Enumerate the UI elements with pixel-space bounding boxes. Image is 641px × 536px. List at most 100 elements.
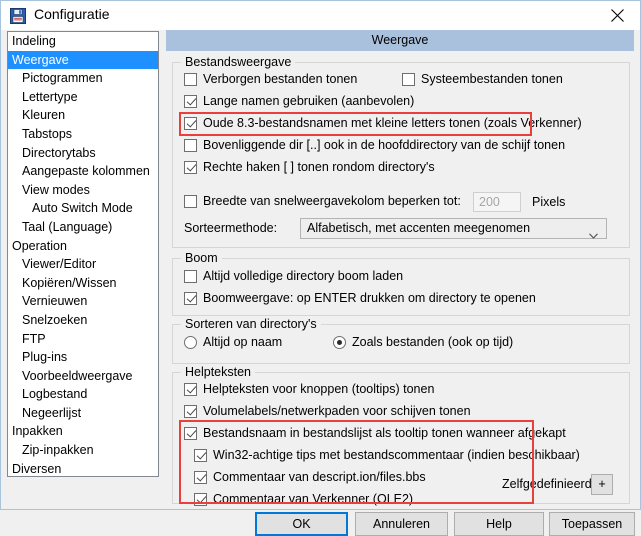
checkbox-tree-enter-opens-dir[interactable]: Boomweergave: op ENTER drukken om direct… [184, 291, 536, 305]
sidebar-item-vernieuwen[interactable]: Vernieuwen [8, 292, 158, 311]
quickview-width-input[interactable]: 200 [473, 192, 521, 212]
window-title: Configuratie [34, 6, 110, 22]
sidebar-item-ftp[interactable]: FTP [8, 330, 158, 349]
sidebar-item-kopi-ren-wissen[interactable]: Kopiëren/Wissen [8, 274, 158, 293]
group-file-view-title: Bestandsweergave [181, 55, 296, 69]
radio-circle [333, 335, 346, 349]
radio-label: Zoals bestanden (ook op tijd) [352, 335, 514, 349]
sidebar-item-plug-ins[interactable]: Plug-ins [8, 348, 158, 367]
checkbox-brackets-around-dirs[interactable]: Rechte haken [ ] tonen rondom directory'… [184, 160, 435, 174]
checkbox-box [184, 116, 197, 130]
checkbox-box [184, 404, 197, 418]
checkbox-box [194, 470, 207, 484]
sidebar-item-logbestand[interactable]: Logbestand [8, 385, 158, 404]
sidebar-item-zip-inpakken[interactable]: Zip-inpakken [8, 441, 158, 460]
checkbox-label: Bestandsnaam in bestandslijst als toolti… [203, 426, 566, 440]
sidebar-item-snelzoeken[interactable]: Snelzoeken [8, 311, 158, 330]
sidebar-item-view-modes[interactable]: View modes [8, 181, 158, 200]
sort-method-value: Alfabetisch, met accenten meegenomen [307, 221, 531, 235]
settings-panel: Weergave Bestandsweergave Verborgen best… [166, 30, 634, 506]
checkbox-always-load-full-tree[interactable]: Altijd volledige directory boom laden [184, 269, 403, 283]
sidebar-item-tabstops[interactable]: Tabstops [8, 125, 158, 144]
sort-method-label: Sorteermethode: [184, 221, 278, 235]
sidebar-item-negeerlijst[interactable]: Negeerlijst [8, 404, 158, 423]
checkbox-label: Rechte haken [ ] tonen rondom directory'… [203, 160, 435, 174]
checkbox-label: Bovenliggende dir [..] ook in de hoofddi… [203, 138, 566, 152]
chevron-down-icon [589, 226, 598, 239]
sidebar-item-inpakken[interactable]: Inpakken [8, 422, 158, 441]
checkbox-label: Breedte van snelweergavekolom beperken t… [203, 194, 461, 208]
cancel-button[interactable]: Annuleren [355, 512, 448, 536]
checkbox-box [184, 269, 197, 283]
radio-sort-always-by-name[interactable]: Altijd op naam [184, 335, 282, 349]
radio-circle [184, 335, 197, 349]
ok-button[interactable]: OK [255, 512, 348, 536]
group-tree-title: Boom [181, 251, 222, 265]
checkbox-volume-labels[interactable]: Volumelabels/netwerkpaden voor schijven … [184, 404, 471, 418]
radio-label: Altijd op naam [203, 335, 283, 349]
sidebar-item-operation[interactable]: Operation [8, 237, 158, 256]
checkbox-label: Verborgen bestanden tonen [203, 72, 358, 86]
checkbox-box [184, 382, 197, 396]
title-bar: Configuratie [1, 1, 640, 30]
sidebar-item-directorytabs[interactable]: Directorytabs [8, 144, 158, 163]
sidebar-item-viewer-editor[interactable]: Viewer/Editor [8, 255, 158, 274]
checkbox-box [184, 194, 197, 208]
group-help-texts-title: Helpteksten [181, 365, 256, 379]
checkbox-box [184, 138, 197, 152]
checkbox-label: Oude 8.3-bestandsnamen met kleine letter… [203, 116, 582, 130]
floppy-save-icon [10, 8, 26, 24]
sidebar-item-weergave[interactable]: Weergave [8, 50, 158, 70]
checkbox-comments-explorer-ole2[interactable]: Commentaar van Verkenner (OLE2) [194, 492, 413, 506]
checkbox-box [194, 448, 207, 462]
checkbox-label: Commentaar van Verkenner (OLE2) [213, 492, 414, 506]
checkbox-button-tooltips[interactable]: Helpteksten voor knoppen (tooltips) tone… [184, 382, 434, 396]
sidebar-item-diversen[interactable]: Diversen [8, 460, 158, 476]
sidebar-item-auto-switch-mode[interactable]: Auto Switch Mode [8, 199, 158, 218]
radio-sort-like-files[interactable]: Zoals bestanden (ook op tijd) [333, 335, 513, 349]
sort-method-select[interactable]: Alfabetisch, met accenten meegenomen [300, 218, 607, 239]
group-dir-sorting-title: Sorteren van directory's [181, 317, 321, 331]
checkbox-box [184, 291, 197, 305]
checkbox-show-83-lowercase[interactable]: Oude 8.3-bestandsnamen met kleine letter… [184, 116, 582, 130]
checkbox-box [194, 492, 207, 506]
checkbox-win32-tips-file-comments[interactable]: Win32-achtige tips met bestandscommentaa… [194, 448, 580, 462]
checkbox-show-hidden-files[interactable]: Verborgen bestanden tonen [184, 72, 357, 86]
checkbox-box [402, 72, 415, 86]
checkbox-box [184, 426, 197, 440]
checkbox-label: Volumelabels/netwerkpaden voor schijven … [203, 404, 471, 418]
apply-button[interactable]: Toepassen [549, 512, 635, 536]
panel-title: Weergave [166, 30, 634, 51]
checkbox-show-parent-dir-in-root[interactable]: Bovenliggende dir [..] ook in de hoofddi… [184, 138, 565, 152]
checkbox-label: Altijd volledige directory boom laden [203, 269, 404, 283]
checkbox-box [184, 72, 197, 86]
dialog-body: Indeling Weergave Pictogrammen Lettertype Kl… [1, 30, 640, 536]
sidebar-item-indeling[interactable]: Indeling [8, 32, 158, 51]
checkbox-label: Lange namen gebruiken (aanbevolen) [203, 94, 415, 108]
checkbox-limit-quickview-width[interactable]: Breedte van snelweergavekolom beperken t… [184, 194, 461, 208]
checkbox-label: Commentaar van descript.ion/files.bbs [213, 470, 426, 484]
sidebar-item-aangepaste-kolommen[interactable]: Aangepaste kolommen [8, 162, 158, 181]
checkbox-label: Systeembestanden tonen [421, 72, 563, 86]
close-icon[interactable] [594, 1, 640, 30]
checkbox-use-long-names[interactable]: Lange namen gebruiken (aanbevolen) [184, 94, 414, 108]
add-custom-button[interactable]: + [591, 474, 613, 495]
pixels-unit-label: Pixels [532, 195, 566, 209]
help-button[interactable]: Help [454, 512, 544, 536]
sidebar-item-voorbeeldweergave[interactable]: Voorbeeldweergave [8, 367, 158, 386]
checkbox-box [184, 160, 197, 174]
settings-tree[interactable]: Indeling Weergave Pictogrammen Lettertype Kl… [7, 31, 159, 477]
sidebar-item-kleuren[interactable]: Kleuren [8, 106, 158, 125]
sidebar-item-taal-language[interactable]: Taal (Language) [8, 218, 158, 237]
group-tree: Boom [172, 251, 630, 316]
checkbox-filename-tooltip-when-truncated[interactable]: Bestandsnaam in bestandslijst als toolti… [184, 426, 566, 440]
sidebar-item-pictogrammen[interactable]: Pictogrammen [8, 69, 158, 88]
checkbox-comments-descript-ion[interactable]: Commentaar van descript.ion/files.bbs [194, 470, 426, 484]
custom-tooltip-label: Zelfgedefinieerd: [502, 477, 596, 491]
checkbox-show-system-files[interactable]: Systeembestanden tonen [402, 72, 563, 86]
checkbox-label: Helpteksten voor knoppen (tooltips) tone… [203, 382, 435, 396]
configuration-dialog: Configuratie Indeling Weergave Pictogramme… [0, 0, 641, 536]
sidebar-item-lettertype[interactable]: Lettertype [8, 88, 158, 107]
checkbox-box [184, 94, 197, 108]
checkbox-label: Boomweergave: op ENTER drukken om direct… [203, 291, 536, 305]
